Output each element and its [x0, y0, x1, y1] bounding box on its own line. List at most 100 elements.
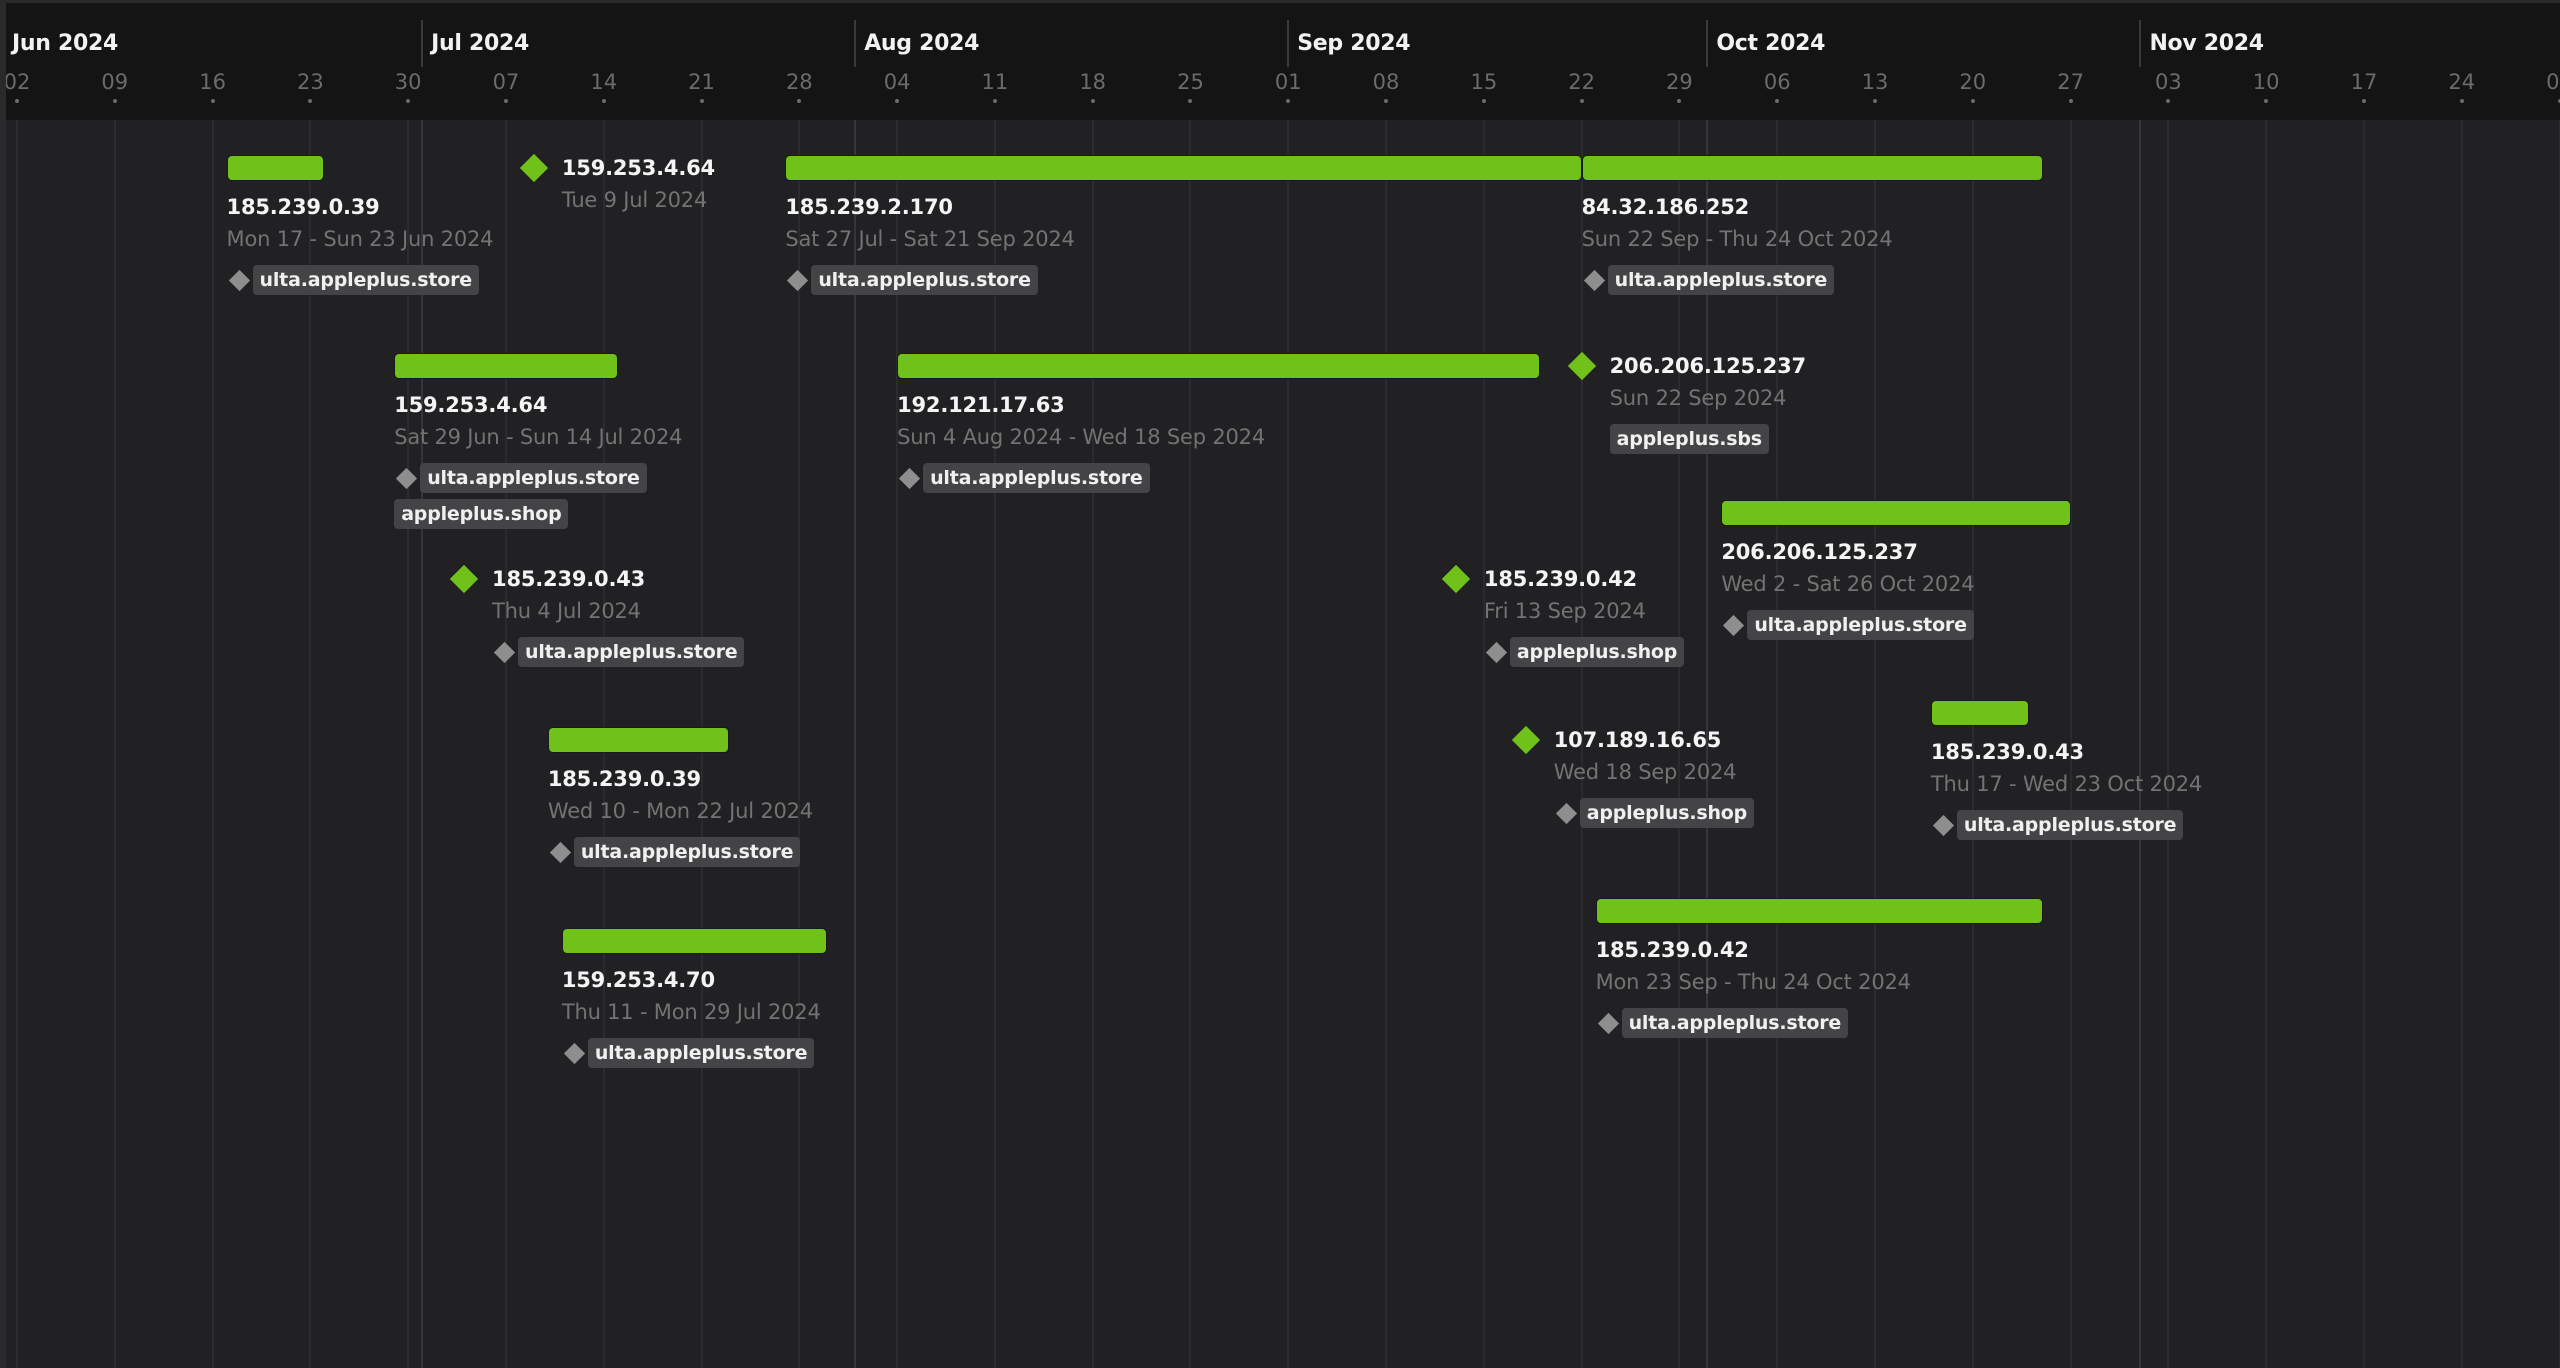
month-divider — [421, 20, 424, 67]
week-grid-line — [16, 120, 18, 1368]
domain-tag[interactable]: ulta.appleplus.store — [587, 1038, 815, 1068]
tag-list: ulta.appleplus.store — [1931, 810, 2202, 840]
tag-list: ulta.appleplus.store — [548, 837, 813, 867]
week-tick-label: 25 — [1177, 70, 1204, 94]
week-tick-label: 13 — [1861, 70, 1889, 94]
range-bar[interactable] — [1721, 500, 2071, 526]
item-ip-address[interactable]: 107.189.16.65 — [1554, 724, 1754, 756]
range-bar[interactable] — [226, 155, 325, 181]
domain-diamond-icon — [1597, 1012, 1619, 1034]
item-details: 84.32.186.252 Sun 22 Sep - Thu 24 Oct 202… — [1582, 191, 1893, 295]
week-tick-label: 03 — [2155, 70, 2182, 94]
week-tick-dot — [503, 99, 508, 103]
week-tick-label: 30 — [394, 70, 422, 94]
milestone-diamond-icon[interactable] — [1511, 725, 1540, 755]
week-tick-dot — [15, 99, 19, 103]
week-tick-dot — [1090, 99, 1095, 103]
item-ip-address[interactable]: 206.206.125.237 — [1610, 350, 1806, 382]
range-bar[interactable] — [1930, 700, 2029, 726]
item-ip-address[interactable]: 185.239.0.39 — [227, 191, 494, 223]
item-details: 185.239.0.42 Mon 23 Sep - Thu 24 Oct 2024… — [1596, 934, 1911, 1038]
item-ip-address[interactable]: 185.239.2.170 — [785, 191, 1074, 223]
week-tick-label: 09 — [101, 70, 129, 94]
item-date-range: Thu 17 - Wed 23 Oct 2024 — [1930, 772, 2203, 796]
domain-tag[interactable]: ulta.appleplus.store — [1607, 265, 1835, 295]
week-tick-dot — [895, 99, 900, 103]
range-bar[interactable] — [1581, 155, 2043, 181]
week-tick-label: 04 — [883, 70, 911, 94]
range-bar[interactable] — [1595, 898, 2043, 924]
week-tick-label: 21 — [688, 70, 715, 94]
domain-tag[interactable]: ulta.appleplus.store — [923, 463, 1150, 493]
item-ip-address[interactable]: 84.32.186.252 — [1582, 191, 1893, 223]
month-label: Sep 2024 — [1297, 31, 1411, 56]
domain-tag[interactable]: appleplus.shop — [1579, 798, 1755, 828]
tag-row: ulta.appleplus.store — [897, 463, 1150, 493]
item-ip-address[interactable]: 206.206.125.237 — [1721, 536, 1974, 568]
tag-row: appleplus.sbs — [1609, 424, 1769, 454]
range-bar[interactable] — [897, 353, 1540, 379]
item-date-range: Sat 29 Jun - Sun 14 Jul 2024 — [394, 425, 683, 449]
month-label: Jul 2024 — [431, 31, 530, 56]
milestone-diamond-icon[interactable] — [1441, 564, 1471, 594]
item-ip-address[interactable]: 185.239.0.42 — [1596, 934, 1911, 966]
item-date-range: Sat 27 Jul - Sat 21 Sep 2024 — [785, 227, 1075, 251]
week-tick-label: 17 — [2350, 70, 2378, 94]
item-details: 192.121.17.63 Sun 4 Aug 2024 - Wed 18 Sep… — [897, 389, 1265, 493]
milestone-diamond-icon[interactable] — [1567, 351, 1596, 381]
item-ip-address[interactable]: 185.239.0.43 — [492, 563, 744, 595]
timeline-panel[interactable]: Jun 2024 Jul 2024 Aug 2024 Sep 2024 Oct 2024… — [6, 3, 2560, 1368]
milestone-diamond-icon[interactable] — [449, 564, 479, 594]
tag-list: ulta.appleplus.store — [227, 265, 494, 295]
week-tick-label: 10 — [2252, 70, 2280, 94]
week-tick-dot — [2361, 99, 2366, 103]
domain-tag[interactable]: ulta.appleplus.store — [420, 463, 647, 493]
tag-list: ulta.appleplus.store appleplus.shop — [394, 463, 754, 529]
domain-tag[interactable]: appleplus.sbs — [1609, 424, 1769, 454]
item-ip-address[interactable]: 159.253.4.64 — [394, 389, 754, 421]
range-bar[interactable] — [394, 353, 618, 379]
week-tick-label: 07 — [492, 70, 520, 94]
domain-diamond-icon — [563, 1042, 585, 1064]
month-label: Aug 2024 — [864, 31, 980, 56]
range-bar[interactable] — [547, 727, 730, 753]
week-tick-dot — [601, 99, 606, 103]
domain-tag[interactable]: ulta.appleplus.store — [252, 265, 479, 295]
tag-list: ulta.appleplus.store — [785, 265, 1074, 295]
item-date-range: Wed 18 Sep 2024 — [1553, 760, 1737, 784]
week-tick-dot — [1873, 99, 1877, 103]
item-ip-address[interactable]: 185.239.0.39 — [548, 763, 813, 795]
week-tick-label: 15 — [1470, 70, 1498, 94]
tag-row: ulta.appleplus.store — [785, 265, 1038, 295]
item-details: 185.239.2.170 Sat 27 Jul - Sat 21 Sep 202… — [785, 191, 1075, 295]
week-tick-label: 08 — [1372, 70, 1400, 94]
range-bar[interactable] — [561, 928, 828, 954]
domain-tag[interactable]: ulta.appleplus.store — [1747, 610, 1974, 640]
domain-diamond-icon — [899, 467, 921, 489]
domain-tag[interactable]: ulta.appleplus.store — [1621, 1008, 1849, 1038]
week-tick-dot — [2459, 99, 2464, 103]
range-bar[interactable] — [785, 155, 1582, 181]
domain-tag[interactable]: appleplus.shop — [394, 499, 569, 529]
item-ip-address[interactable]: 159.253.4.64 — [562, 152, 715, 184]
domain-diamond-icon — [549, 841, 571, 863]
domain-tag[interactable]: ulta.appleplus.store — [573, 837, 801, 867]
week-grid-line — [2460, 120, 2463, 1368]
domain-tag[interactable]: appleplus.shop — [1509, 637, 1685, 667]
week-grid-line — [896, 120, 899, 1368]
tag-row: ulta.appleplus.store — [492, 637, 745, 667]
month-divider — [1287, 20, 1290, 67]
domain-tag[interactable]: ulta.appleplus.store — [518, 637, 745, 667]
item-ip-address[interactable]: 185.239.0.43 — [1931, 736, 2202, 768]
week-tick-dot — [797, 99, 802, 103]
domain-tag[interactable]: ulta.appleplus.store — [811, 265, 1038, 295]
domain-diamond-icon — [493, 641, 516, 663]
item-ip-address[interactable]: 185.239.0.42 — [1484, 563, 1684, 595]
milestone-diamond-icon[interactable] — [519, 153, 549, 183]
week-grid-line — [504, 120, 507, 1368]
item-details: 159.253.4.70 Thu 11 - Mon 29 Jul 2024 ulta… — [562, 964, 821, 1068]
item-ip-address[interactable]: 192.121.17.63 — [897, 389, 1265, 421]
item-date-range: Mon 23 Sep - Thu 24 Oct 2024 — [1595, 970, 1911, 994]
domain-tag[interactable]: ulta.appleplus.store — [1956, 810, 2184, 840]
item-ip-address[interactable]: 159.253.4.70 — [562, 964, 821, 996]
